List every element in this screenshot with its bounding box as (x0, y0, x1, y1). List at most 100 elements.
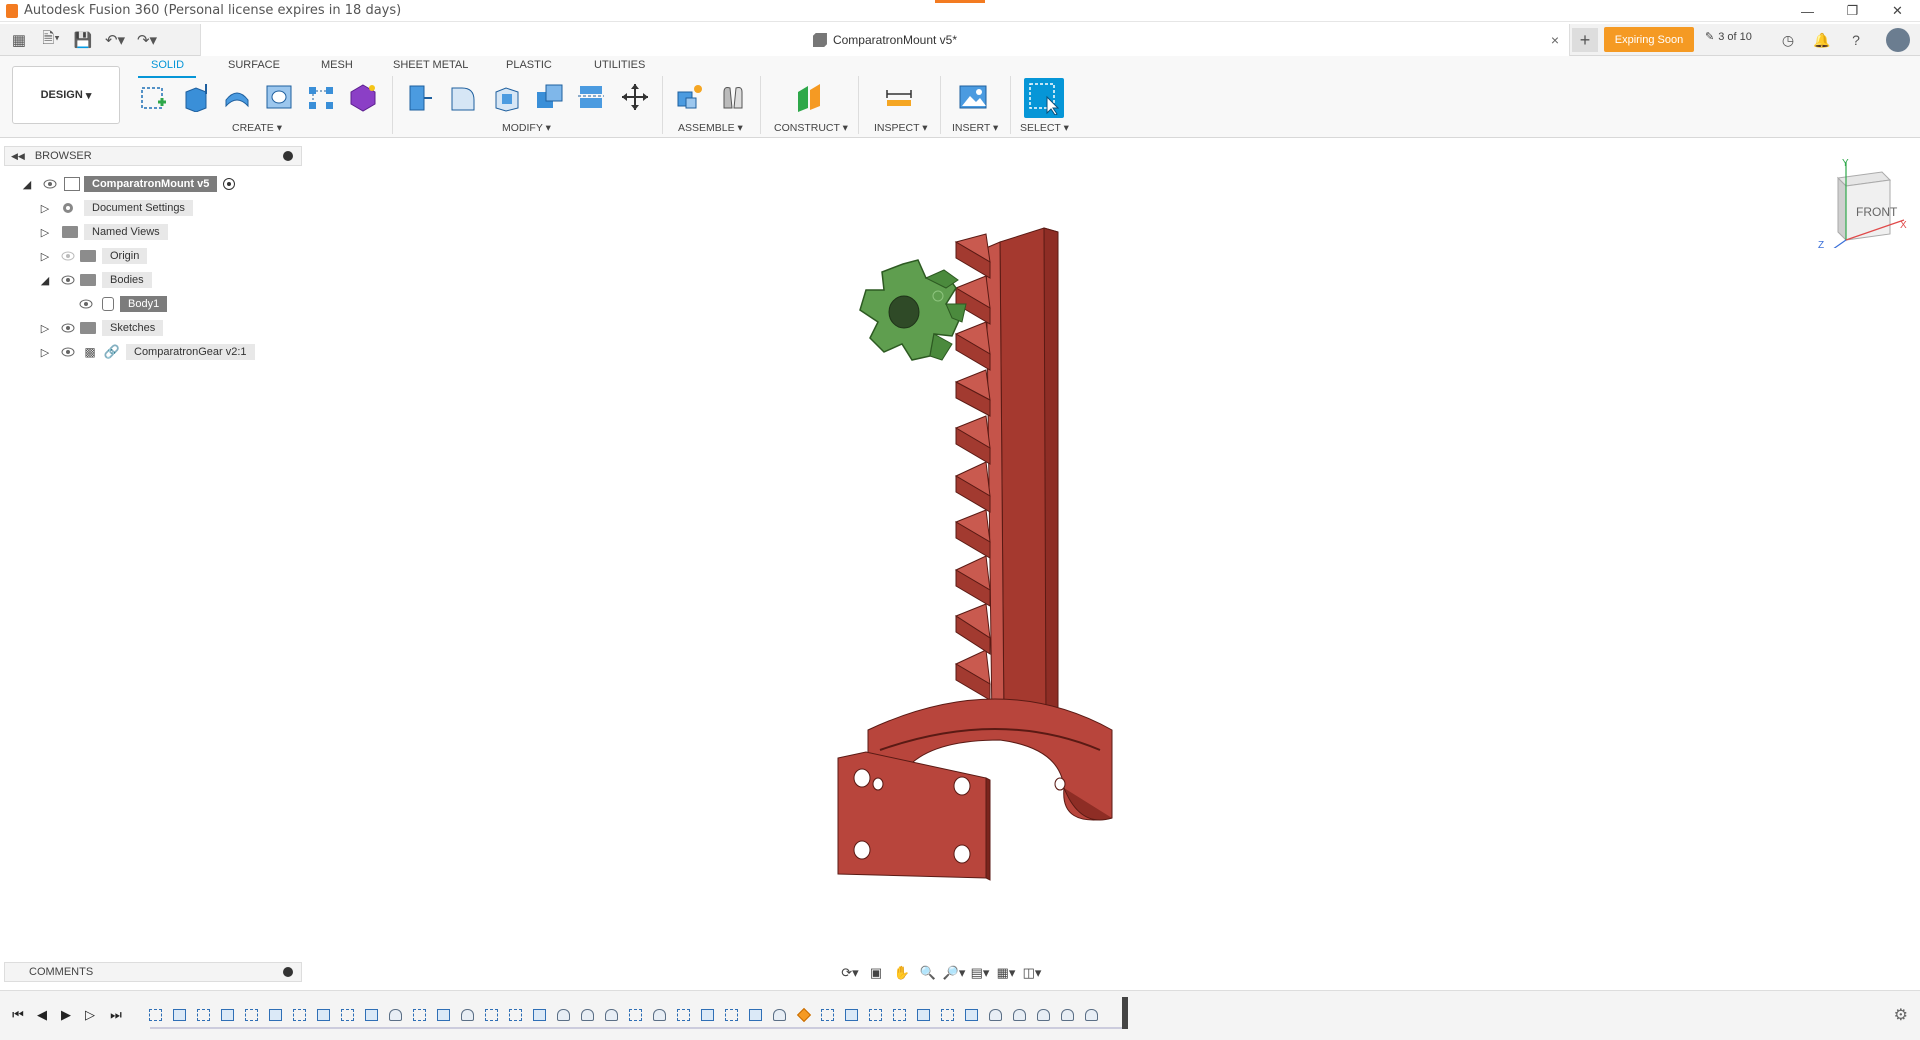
timeline-sketch-icon[interactable] (722, 1006, 741, 1025)
create-form-icon[interactable] (346, 80, 380, 114)
close-tab-button[interactable]: × (1551, 32, 1559, 48)
timeline-sketch-icon[interactable] (242, 1006, 261, 1025)
tab-plastic[interactable]: PLASTIC (506, 59, 552, 71)
timeline-extrude-icon[interactable] (842, 1006, 861, 1025)
timeline-fillet-icon[interactable] (650, 1006, 669, 1025)
orbit-icon[interactable]: ⟳▾ (838, 963, 862, 983)
activate-radio-icon[interactable] (223, 178, 236, 190)
timeline-sketch-icon[interactable] (338, 1006, 357, 1025)
help-icon[interactable]: ? (1846, 30, 1866, 50)
browser-panel-header[interactable]: ◀◀ BROWSER (4, 146, 302, 166)
eye-icon[interactable] (42, 178, 58, 190)
eye-icon[interactable] (60, 274, 76, 286)
timeline-extrude-icon[interactable] (362, 1006, 381, 1025)
timeline-fillet-icon[interactable] (1034, 1006, 1053, 1025)
timeline-joint-icon[interactable] (794, 1006, 813, 1025)
construct-group-label[interactable]: CONSTRUCT ▾ (774, 122, 848, 134)
timeline-extrude-icon[interactable] (314, 1006, 333, 1025)
job-status[interactable]: ✎ 3 of 10 (1705, 30, 1752, 44)
joint-icon[interactable] (716, 80, 750, 114)
combine-icon[interactable] (532, 80, 566, 114)
canvas-viewport[interactable] (0, 138, 1920, 988)
clock-icon[interactable]: ◷ (1778, 30, 1798, 50)
collapse-triangle-icon[interactable]: ◢ (20, 177, 34, 191)
timeline-fillet-icon[interactable] (554, 1006, 573, 1025)
eye-icon[interactable] (78, 298, 94, 310)
gear-body[interactable] (859, 259, 967, 361)
expand-triangle-icon[interactable]: ▷ (38, 201, 52, 215)
timeline-fillet-icon[interactable] (602, 1006, 621, 1025)
timeline-sketch-icon[interactable] (890, 1006, 909, 1025)
extrude-icon[interactable] (178, 80, 212, 114)
tree-item-origin[interactable]: ▷ Origin (38, 246, 148, 266)
display-settings-icon[interactable]: ▤▾ (968, 963, 992, 983)
timeline-extrude-icon[interactable] (962, 1006, 981, 1025)
file-menu-icon[interactable]: 🗎▾ (38, 28, 64, 52)
viewcube[interactable]: FRONT Y X Z (1812, 158, 1912, 255)
redo-icon[interactable]: ↷▾ (134, 28, 160, 52)
timeline-fillet-icon[interactable] (458, 1006, 477, 1025)
close-window-button[interactable]: ✕ (1875, 0, 1920, 22)
comments-panel-header[interactable]: COMMENTS (4, 962, 302, 982)
collapse-arrows-icon[interactable]: ◀◀ (11, 151, 25, 162)
viewports-icon[interactable]: ◫▾ (1020, 963, 1044, 983)
timeline-extrude-icon[interactable] (698, 1006, 717, 1025)
measure-icon[interactable] (882, 80, 916, 114)
tree-item-body1[interactable]: Body1 (78, 294, 168, 314)
new-tab-button[interactable]: + (1572, 28, 1598, 52)
expand-triangle-icon[interactable]: ▷ (38, 321, 52, 335)
timeline-marker[interactable] (1122, 997, 1128, 1029)
look-at-icon[interactable]: ▣ (864, 963, 888, 983)
minimize-button[interactable]: — (1785, 0, 1830, 22)
split-body-icon[interactable] (574, 80, 608, 114)
timeline-sketch-icon[interactable] (818, 1006, 837, 1025)
notification-bell-icon[interactable]: 🔔 (1812, 30, 1832, 50)
timeline-prev-icon[interactable]: ◀ (32, 1005, 52, 1025)
revolve-icon[interactable] (220, 80, 254, 114)
tree-item-bodies[interactable]: ◢ Bodies (38, 270, 152, 290)
timeline-extrude-icon[interactable] (434, 1006, 453, 1025)
insert-group-label[interactable]: INSERT ▾ (952, 122, 998, 134)
fillet-icon[interactable] (446, 80, 480, 114)
tree-item-comparatrongear[interactable]: ▷ ▩ 🔗 ComparatronGear v2:1 (38, 342, 255, 362)
timeline-play-icon[interactable]: ▶ (56, 1005, 76, 1025)
document-tab[interactable]: ComparatronMount v5* × (200, 24, 1570, 56)
workspace-switcher[interactable]: DESIGN ▾ (12, 66, 120, 124)
timeline-sketch-icon[interactable] (482, 1006, 501, 1025)
pattern-icon[interactable] (304, 80, 338, 114)
timeline-start-icon[interactable]: ⏮ (8, 1005, 28, 1025)
eye-icon[interactable] (60, 346, 76, 358)
tab-utilities[interactable]: UTILITIES (594, 59, 645, 71)
select-tool-icon[interactable] (1024, 78, 1064, 118)
tree-item-named-views[interactable]: ▷ Named Views (38, 222, 168, 242)
timeline-extrude-icon[interactable] (266, 1006, 285, 1025)
timeline-extrude-icon[interactable] (218, 1006, 237, 1025)
new-component-icon[interactable] (672, 80, 706, 114)
tab-solid[interactable]: SOLID (151, 59, 184, 71)
timeline-sketch-icon[interactable] (194, 1006, 213, 1025)
restore-button[interactable]: ❐ (1830, 0, 1875, 22)
timeline-extrude-icon[interactable] (746, 1006, 765, 1025)
root-component-label[interactable]: ComparatronMount v5 (84, 176, 218, 192)
collapse-triangle-icon[interactable]: ◢ (38, 273, 52, 287)
timeline-sketch-icon[interactable] (410, 1006, 429, 1025)
add-comment-icon[interactable] (283, 967, 293, 977)
tab-sheet-metal[interactable]: SHEET METAL (393, 59, 468, 71)
timeline-next-icon[interactable]: ▷ (80, 1005, 100, 1025)
shell-icon[interactable] (490, 80, 524, 114)
eye-hidden-icon[interactable] (60, 250, 76, 262)
undo-icon[interactable]: ↶▾ (102, 28, 128, 52)
timeline-extrude-icon[interactable] (530, 1006, 549, 1025)
timeline-extrude-icon[interactable] (170, 1006, 189, 1025)
pan-hand-icon[interactable]: ✋ (890, 963, 914, 983)
timeline-sketch-icon[interactable] (290, 1006, 309, 1025)
tab-surface[interactable]: SURFACE (228, 59, 280, 71)
timeline-sketch-icon[interactable] (506, 1006, 525, 1025)
save-icon[interactable]: 💾 (70, 28, 96, 52)
assemble-group-label[interactable]: ASSEMBLE ▾ (678, 122, 743, 134)
timeline-fillet-icon[interactable] (1010, 1006, 1029, 1025)
move-copy-icon[interactable] (618, 80, 652, 114)
timeline-sketch-icon[interactable] (866, 1006, 885, 1025)
grid-settings-icon[interactable]: ▦▾ (994, 963, 1018, 983)
modify-group-label[interactable]: MODIFY ▾ (502, 122, 551, 134)
